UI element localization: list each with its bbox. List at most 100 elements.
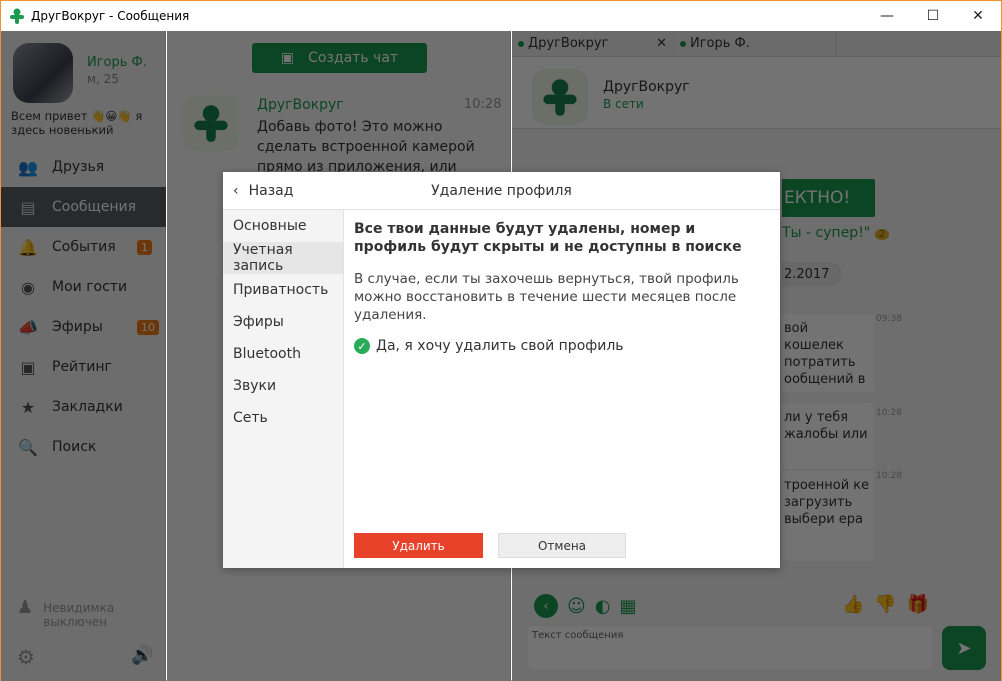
speaker-icon[interactable]: 🔊	[131, 645, 153, 666]
sidebar: Игорь Ф. м, 25 Всем привет 👋😀👋 я здесь н…	[1, 31, 166, 681]
settings-menu-item[interactable]: Приватность	[223, 274, 343, 306]
sidebar-item-label: События	[52, 239, 116, 255]
window-title: ДругВокруг - Сообщения	[31, 9, 190, 23]
settings-menu-item[interactable]: Сеть	[223, 402, 343, 434]
sidebar-item-3[interactable]: ◉ Мои гости	[1, 267, 166, 307]
settings-menu-item[interactable]: Эфиры	[223, 306, 343, 338]
sidebar-item-1[interactable]: ▤ Сообщения	[1, 187, 166, 227]
chat-bubble-icon: ▣	[280, 50, 295, 66]
sidebar-item-label: Мои гости	[52, 279, 128, 295]
sidebar-item-2[interactable]: 🔔 События 1	[1, 227, 166, 267]
settings-menu-item[interactable]: Основные	[223, 210, 343, 242]
app-window: ДругВокруг - Сообщения — ☐ ✕ Игорь Ф. м,…	[0, 0, 1002, 681]
tab-label: ДругВокруг	[528, 36, 609, 51]
sidebar-item-label: Рейтинг	[52, 359, 112, 375]
cancel-button[interactable]: Отмена	[498, 533, 626, 558]
chat-time: 10:28	[464, 97, 502, 112]
message-time: 10:28	[876, 408, 902, 418]
user-meta: м, 25	[87, 72, 119, 86]
invisible-toggle[interactable]: ♟ Невидимка выключен	[17, 597, 115, 630]
create-chat-label: Создать чат	[308, 50, 399, 66]
emoji-icon[interactable]: ☺	[567, 596, 586, 617]
search-icon: 🔍	[18, 437, 38, 457]
message-bubble: ли у тебя жалобы или	[782, 403, 874, 469]
message-bubble: вой кошелек потратить ообщений в	[782, 314, 874, 392]
dialog-title: Удаление профиля	[431, 182, 572, 199]
confirm-checkbox[interactable]: ✓ Да, я хочу удалить свой профиль	[354, 338, 764, 354]
chat-avatar	[183, 95, 239, 151]
sidebar-nav: 👥 Друзья ▤ Сообщения 🔔 События 1 ◉ Мои гости 📣 Эфи…	[1, 147, 166, 467]
restore-info: В случае, если ты захочешь вернуться, тв…	[354, 271, 739, 323]
close-window-button[interactable]: ✕	[955, 1, 1001, 31]
send-button[interactable]: ➤	[942, 626, 986, 670]
sidebar-item-label: Сообщения	[52, 199, 137, 215]
user-name[interactable]: Игорь Ф.	[87, 55, 147, 70]
contact-status: В сети	[603, 97, 644, 111]
sidebar-item-label: Поиск	[52, 439, 97, 455]
sidebar-item-label: Друзья	[52, 159, 105, 175]
send-icon: ➤	[956, 637, 972, 659]
create-chat-button[interactable]: ▣ Создать чат	[252, 43, 427, 73]
minimize-button[interactable]: —	[864, 1, 910, 31]
title-bar: ДругВокруг - Сообщения — ☐ ✕	[1, 1, 1001, 31]
sidebar-item-0[interactable]: 👥 Друзья	[1, 147, 166, 187]
drugvokrug-logo-icon	[194, 105, 228, 142]
thumbs-up-icon[interactable]: 👍	[842, 594, 864, 615]
super-label: Ты - супер!"	[782, 225, 871, 241]
star-icon: ★	[20, 397, 36, 417]
contact-avatar	[532, 69, 588, 125]
app-logo-icon	[10, 8, 24, 24]
delete-profile-dialog: Удаление профиля ‹ Назад Основные Учетная …	[223, 172, 780, 568]
online-dot	[518, 40, 524, 47]
settings-menu: Основные Учетная запись Приватность Эфиры Bl…	[223, 210, 344, 568]
avatar[interactable]	[13, 43, 73, 103]
contact-name: ДругВокруг	[603, 79, 690, 95]
thumbs-down-icon[interactable]: 👎	[874, 594, 896, 615]
confirm-label: Да, я хочу удалить свой профиль	[376, 338, 624, 354]
back-button[interactable]: ‹ Назад	[233, 172, 293, 210]
eye-icon: ◉	[21, 277, 35, 297]
check-circle-icon: ✓	[354, 338, 370, 354]
warning-heading: Все твои данные будут удалены, номер и п…	[354, 221, 742, 255]
message-bubble: троенной ке загрузить выбери ера	[782, 471, 874, 561]
delete-button[interactable]: Удалить	[354, 533, 483, 558]
maximize-button[interactable]: ☐	[910, 1, 956, 31]
invisible-state: выключен	[43, 615, 108, 629]
megaphone-icon: 📣	[18, 317, 38, 337]
count-badge: 1	[137, 239, 152, 255]
chat-name: ДругВокруг	[257, 97, 344, 113]
date-separator: 2.2017	[782, 262, 842, 287]
sidebar-item-4[interactable]: 📣 Эфиры 10	[1, 307, 166, 347]
user-status[interactable]: Всем привет 👋😀👋 я здесь новенький	[11, 109, 156, 137]
settings-menu-item[interactable]: Bluetooth	[223, 338, 343, 370]
rating-icon: ▣	[20, 357, 36, 377]
chat-tabs: ДругВокруг ✕ Игорь Ф.	[512, 31, 1001, 57]
sidebar-item-5[interactable]: ▣ Рейтинг	[1, 347, 166, 387]
sidebar-item-7[interactable]: 🔍 Поиск	[1, 427, 166, 467]
settings-menu-item[interactable]: Звуки	[223, 370, 343, 402]
sidebar-item-label: Закладки	[52, 399, 123, 415]
chevron-left-icon[interactable]: ‹	[534, 594, 558, 618]
settings-menu-item[interactable]: Учетная запись	[223, 242, 343, 274]
tab-igor[interactable]: Игорь Ф.	[674, 31, 836, 56]
ghost-icon: ♟	[17, 597, 34, 618]
close-tab-icon[interactable]: ✕	[656, 36, 667, 51]
conversation-header: ДругВокруг В сети	[512, 57, 1001, 129]
gear-icon[interactable]: ⚙	[17, 645, 35, 669]
image-icon[interactable]: ▦	[619, 596, 636, 617]
sidebar-item-label: Эфиры	[52, 319, 103, 335]
super-text: Ты - супер!" 2	[782, 225, 890, 241]
chat-icon: ▤	[20, 197, 36, 217]
drugvokrug-logo-icon	[543, 79, 577, 116]
people-icon: 👥	[18, 157, 38, 177]
tab-drugvokrug[interactable]: ДругВокруг ✕	[512, 31, 674, 56]
sidebar-item-6[interactable]: ★ Закладки	[1, 387, 166, 427]
promo-banner[interactable]: ЕКТНО!	[782, 179, 875, 217]
message-input[interactable]: Текст сообщения	[528, 626, 932, 670]
super-badge: 2	[874, 229, 890, 240]
gift-icon[interactable]: 🎁	[907, 594, 929, 615]
bell-icon: 🔔	[18, 237, 38, 257]
message-time: 10:28	[876, 471, 902, 481]
sticker-icon[interactable]: ◐	[595, 596, 611, 617]
invisible-label: Невидимка	[43, 601, 115, 615]
